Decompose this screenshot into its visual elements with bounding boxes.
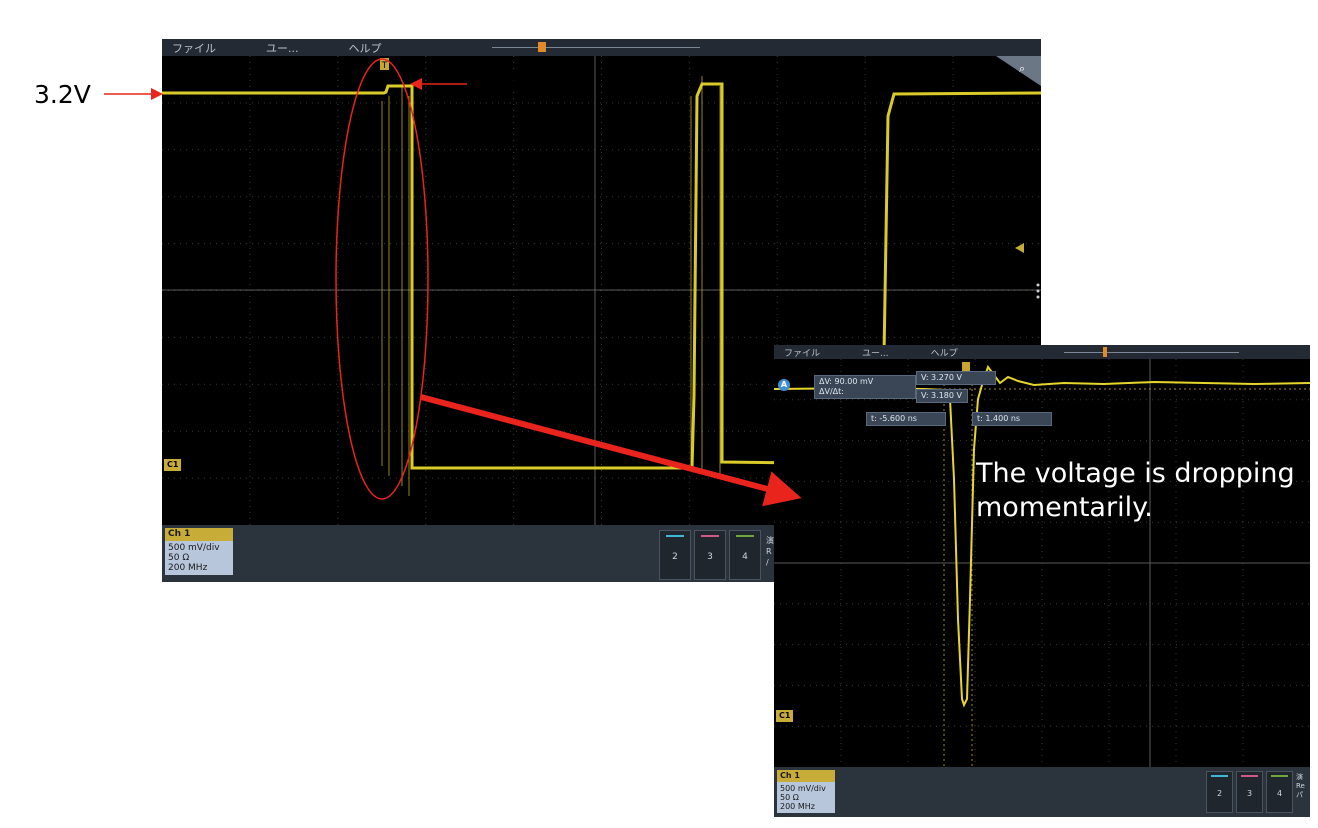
- zoom-timeline-slider[interactable]: [1064, 352, 1239, 353]
- timeline-trigger-marker[interactable]: [538, 42, 546, 52]
- menu-bar: ファイル ユー... ヘルプ: [162, 39, 1041, 56]
- cursor-a-badge[interactable]: A: [778, 379, 790, 391]
- zoom-bottom-bar: Ch 1 500 mV/div 50 Ω 200 MHz 2 3 4 演 Re …: [774, 767, 1310, 817]
- cursor-1-voltage: V: 3.270 V: [916, 371, 996, 385]
- label-3-3v: 3.3V: [478, 68, 535, 97]
- menu-user[interactable]: ユー...: [256, 40, 309, 56]
- timeline-slider[interactable]: [492, 47, 700, 48]
- delta-v-dt-readout: ΔV/Δt:: [819, 387, 844, 396]
- channel-1-bandwidth: 200 MHz: [168, 563, 208, 573]
- channel-1-impedance: 50 Ω: [168, 553, 190, 563]
- delta-readout: ΔV: 90.00 mV ΔV/Δt:: [814, 375, 916, 399]
- channel-3-button[interactable]: 3: [694, 530, 726, 580]
- menu-help[interactable]: ヘルプ: [339, 40, 392, 56]
- cursor-2-voltage: V: 3.180 V: [916, 389, 968, 403]
- menu-file[interactable]: ファイル: [162, 40, 226, 56]
- zoom-channel-2-button[interactable]: 2: [1206, 771, 1233, 813]
- svg-text:T: T: [381, 61, 388, 71]
- channel-1-scale: 500 mV/div: [168, 543, 220, 553]
- zoom-menu-user[interactable]: ユー...: [852, 346, 899, 359]
- cursor-2-time: t: 1.400 ns: [972, 412, 1052, 426]
- channel-1-title: Ch 1: [168, 529, 191, 539]
- zoom-scope-window: ファイル ユー... ヘルプ A ΔV: 90.00 mV ΔV/Δt: V: …: [774, 345, 1310, 817]
- zoom-channel-1-info[interactable]: Ch 1 500 mV/div 50 Ω 200 MHz: [777, 770, 835, 813]
- channel-1-info[interactable]: Ch 1 500 mV/div 50 Ω 200 MHz: [165, 528, 233, 575]
- label-3-2v: 3.2V: [34, 80, 91, 109]
- zoom-icon: ⌕: [1019, 62, 1025, 75]
- channel-1-tag[interactable]: C1: [164, 459, 182, 471]
- annotation-note: The voltage is dropping momentarily.: [976, 458, 1295, 523]
- zoom-side-panel-fragment: 演 Re パ: [1296, 773, 1305, 799]
- channel-2-button[interactable]: 2: [659, 530, 691, 580]
- zoom-channel-4-button[interactable]: 4: [1266, 771, 1293, 813]
- zoom-channel-1-tag[interactable]: C1: [776, 710, 794, 722]
- zoom-menu-bar: ファイル ユー... ヘルプ: [774, 345, 1310, 359]
- zoom-menu-file[interactable]: ファイル: [774, 346, 830, 359]
- delta-v-readout: ΔV: 90.00 mV: [819, 377, 874, 386]
- cursor-1-time: t: -5.600 ns: [866, 412, 946, 426]
- side-panel-fragment: 演 R /: [766, 536, 774, 567]
- channel-4-button[interactable]: 4: [729, 530, 761, 580]
- zoom-channel-3-button[interactable]: 3: [1236, 771, 1263, 813]
- zoom-menu-help[interactable]: ヘルプ: [921, 346, 968, 359]
- zoom-timeline-marker[interactable]: [1103, 347, 1107, 357]
- side-handle: [1036, 283, 1040, 299]
